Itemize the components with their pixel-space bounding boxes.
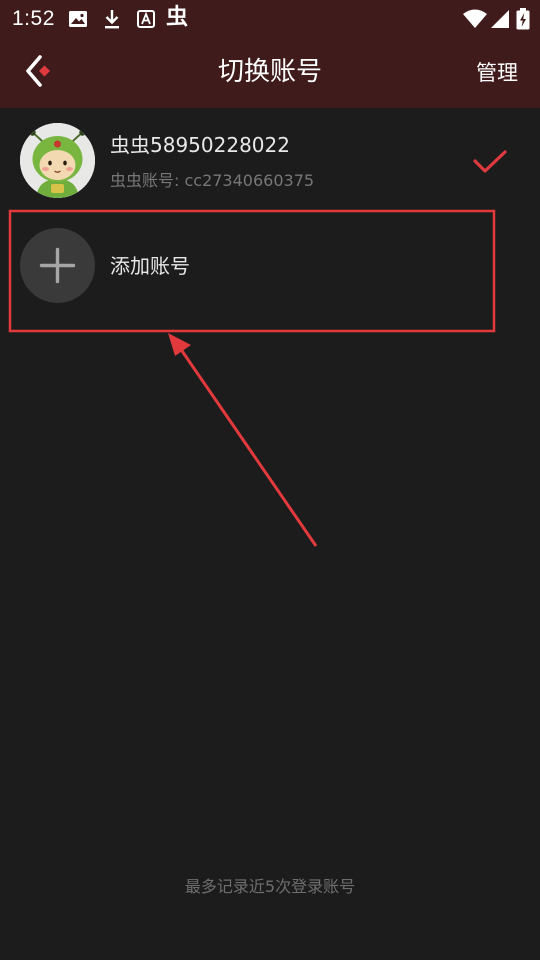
- wifi-icon: [463, 9, 487, 28]
- cell-signal-icon: [491, 10, 509, 28]
- image-icon: [69, 11, 87, 27]
- arrow-head: [168, 333, 191, 356]
- battery-charging-icon: [516, 8, 530, 30]
- avatar: [20, 123, 95, 198]
- bug-mascot-avatar-image: [20, 123, 95, 198]
- manage-button[interactable]: 管理: [476, 59, 518, 87]
- arrow-shaft: [178, 347, 318, 547]
- account-list-item[interactable]: 虫虫58950228022 虫虫账号: cc27340660375: [0, 108, 540, 212]
- font-a-icon: [137, 10, 155, 28]
- status-bar: 1:52 虫: [0, 0, 540, 38]
- page-title: 切换账号: [217, 57, 322, 87]
- add-account-label: 添加账号: [110, 254, 190, 278]
- switch-account-screen: 1:52 虫 切换账号 管理 虫虫58950228022 虫虫账号: cc273…: [0, 0, 540, 960]
- download-icon: [105, 10, 119, 29]
- footer-note: 最多记录近5次登录账号: [184, 877, 356, 896]
- plus-icon: [39, 247, 76, 284]
- account-name: 虫虫58950228022: [110, 133, 290, 157]
- bug-app-icon: 虫: [166, 5, 189, 30]
- add-account-button[interactable]: 添加账号: [0, 212, 540, 322]
- app-bar: 切换账号 管理: [0, 38, 540, 108]
- add-account-circle: [20, 228, 95, 303]
- account-id: 虫虫账号: cc27340660375: [110, 171, 315, 190]
- checkmark-icon: [473, 150, 507, 173]
- status-time: 1:52: [12, 7, 55, 30]
